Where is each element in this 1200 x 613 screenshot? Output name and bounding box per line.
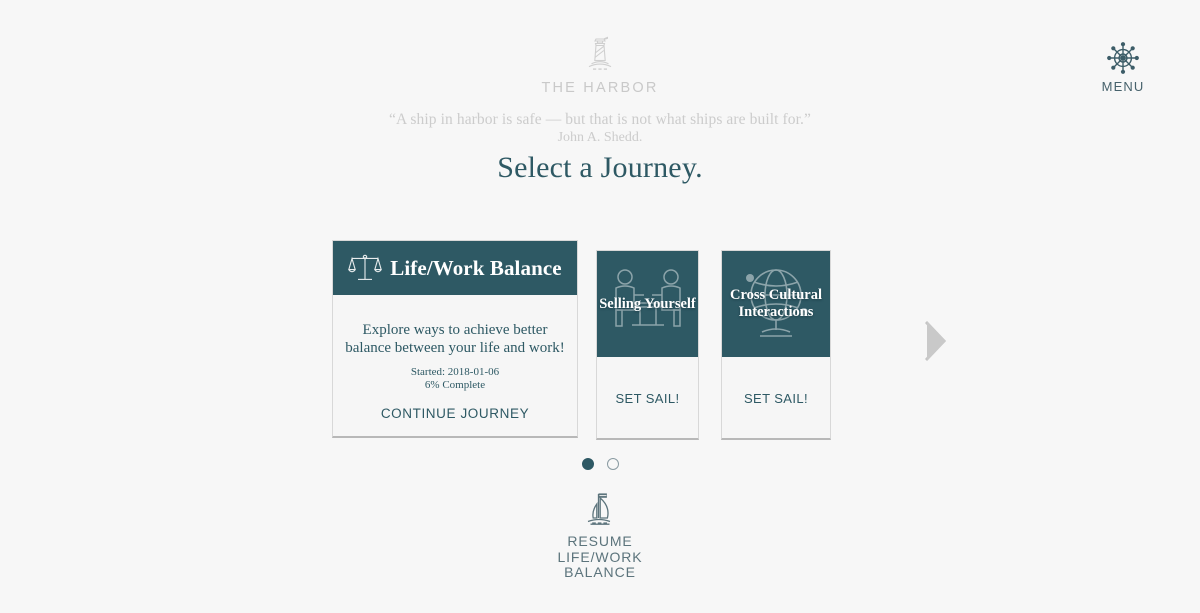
continue-journey-button[interactable]: CONTINUE JOURNEY <box>343 406 567 421</box>
brand-name: THE HARBOR <box>541 80 659 96</box>
menu-label: MENU <box>1101 79 1145 94</box>
journey-card-list: Life/Work Balance Explore ways to achiev… <box>332 240 831 440</box>
journey-card-body: SET SAIL! <box>597 357 698 439</box>
balance-scales-icon <box>348 254 383 280</box>
ships-wheel-icon <box>1107 42 1139 74</box>
journey-card-cross-cultural-interactions[interactable]: Cross Cultural Interactions SET SAIL! <box>721 250 831 440</box>
journey-card-header: Cross Cultural Interactions <box>722 251 830 357</box>
quote-block: “A ship in harbor is safe — but that is … <box>0 110 1200 147</box>
carousel-next-button[interactable] <box>918 318 952 364</box>
journey-card-selling-yourself[interactable]: Selling Yourself SET SAIL! <box>596 250 699 440</box>
lighthouse-icon <box>588 36 612 70</box>
resume-label-line-3: BALANCE <box>564 564 636 580</box>
journey-title: Life/Work Balance <box>390 255 562 280</box>
journey-percent-complete: 6% Complete <box>424 379 486 391</box>
quote-author: John A. Shedd. <box>557 130 643 145</box>
set-sail-button[interactable]: SET SAIL! <box>744 391 808 406</box>
carousel-pagination <box>0 458 1200 470</box>
set-sail-button[interactable]: SET SAIL! <box>615 391 679 406</box>
resume-journey-label: RESUME LIFE/WORK BALANCE <box>0 533 1200 581</box>
resume-label-line-2: LIFE/WORK <box>557 548 643 565</box>
journey-card-life-work-balance[interactable]: Life/Work Balance Explore ways to achiev… <box>332 240 578 438</box>
journey-card-body: SET SAIL! <box>722 357 830 439</box>
page-title: Select a Journey. <box>497 151 703 184</box>
journey-title: Selling Yourself <box>599 295 696 312</box>
resume-journey-button[interactable]: RESUME LIFE/WORK BALANCE <box>0 490 1200 581</box>
brand-header: THE HARBOR <box>0 32 1200 96</box>
pagination-dot-1[interactable] <box>581 458 594 470</box>
journey-card-header: Selling Yourself <box>597 251 698 357</box>
journey-card-body: Explore ways to achieve better balance b… <box>333 295 577 421</box>
menu-button[interactable]: MENU <box>1088 40 1158 94</box>
journey-description: Explore ways to achieve better balance b… <box>345 322 565 356</box>
journey-card-header: Life/Work Balance <box>333 241 577 295</box>
pagination-dot-2[interactable] <box>606 458 619 470</box>
quote-text: “A ship in harbor is safe — but that is … <box>389 111 811 128</box>
sailboat-icon <box>587 493 611 525</box>
journey-started-date: Started: 2018-01-06 <box>410 366 500 378</box>
journey-progress-meta: Started: 2018-01-06 6% Complete <box>343 366 567 392</box>
journey-title: Cross Cultural Interactions <box>730 287 822 320</box>
resume-label-line-1: RESUME <box>567 533 633 549</box>
